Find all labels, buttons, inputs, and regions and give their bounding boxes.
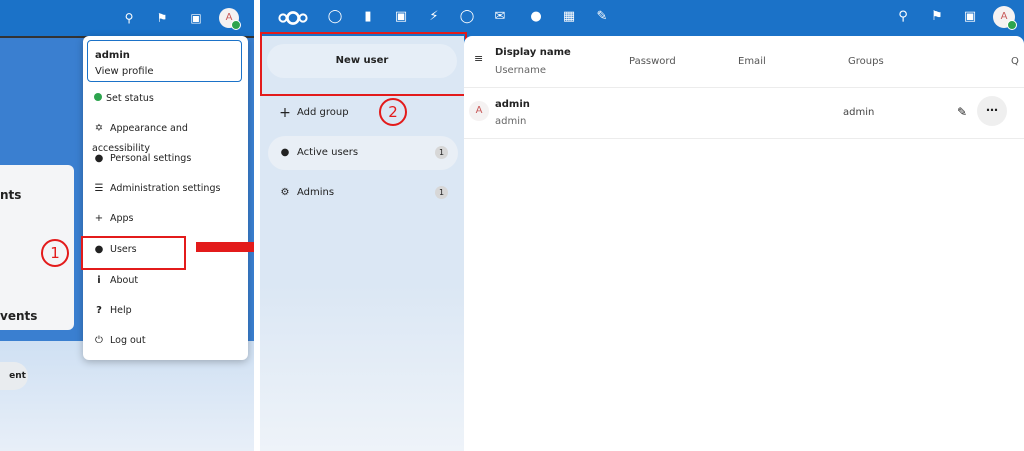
menu-item-label: Log out <box>110 335 146 346</box>
header-bar: ◯ ▮ ▣ ⚡ ◯ ✉ ● ▦ ✎ ⚲ ⚑ ▣ A <box>260 0 1024 36</box>
status-dot-icon <box>94 93 102 101</box>
menu-item-personal-settings[interactable]: ● Personal settings <box>92 149 242 169</box>
menu-item-administration-settings[interactable]: ☰ Administration settings <box>92 179 242 199</box>
column-header-email: Email <box>738 56 766 67</box>
menu-item-about[interactable]: i About <box>92 271 242 291</box>
view-profile-item[interactable]: admin View profile <box>87 40 242 82</box>
step-marker: 2 <box>379 98 407 126</box>
info-icon: i <box>97 275 101 286</box>
group-label: Admins <box>297 187 335 198</box>
photos-icon[interactable]: ▣ <box>393 10 409 24</box>
background-button-label: ent <box>9 371 26 381</box>
menu-item-log-out[interactable]: ⏻ Log out <box>92 331 242 351</box>
menu-item-label: Set status <box>106 93 154 104</box>
background-button[interactable]: ent <box>0 362 28 390</box>
settings-icon: ⚙ <box>280 187 290 198</box>
notes-icon[interactable]: ✎ <box>594 10 610 24</box>
user-display-name: admin <box>495 99 530 110</box>
column-header-groups: Groups <box>848 56 884 67</box>
background-heading: vents <box>0 309 38 323</box>
add-group-button[interactable]: + Add group <box>268 96 458 130</box>
menu-item-set-status[interactable]: Set status <box>92 89 242 109</box>
online-status-icon <box>1007 20 1017 30</box>
profile-name: admin <box>95 50 130 61</box>
group-count-badge: 1 <box>435 186 448 199</box>
search-icon[interactable]: ⚲ <box>895 10 911 24</box>
group-count-badge: 1 <box>435 146 448 159</box>
avatar[interactable]: A <box>219 8 241 30</box>
users-table: ≡ Display name Username Password Email G… <box>464 36 1024 451</box>
app-navigation: New user + Add group ● Active users 1 ⚙ Admi… <box>260 36 464 451</box>
power-icon: ⏻ <box>95 335 103 346</box>
menu-item-appearance[interactable]: ✡ Appearance and accessibility <box>92 119 242 154</box>
user-avatar: A <box>469 101 489 121</box>
avatar-letter: A <box>475 105 483 116</box>
dashboard-icon[interactable]: ◯ <box>327 10 343 24</box>
toggle-navigation-icon[interactable]: ≡ <box>474 52 483 65</box>
mail-icon[interactable]: ✉ <box>492 10 508 24</box>
more-actions-icon[interactable]: ⋯ <box>977 96 1007 126</box>
menu-item-label: Administration settings <box>110 183 221 194</box>
menu-item-help[interactable]: ? Help <box>92 301 242 321</box>
user-menu-dropdown: admin View profile Set status ✡ Appearanc… <box>83 36 248 360</box>
header-bar: ⚲ ⚑ ▣ A <box>0 0 254 38</box>
background-heading: nts <box>0 188 22 202</box>
menu-item-label: About <box>110 275 139 286</box>
contacts-icon[interactable]: ▣ <box>189 11 203 25</box>
user-username: admin <box>495 116 527 127</box>
nextcloud-logo-icon[interactable] <box>278 8 308 26</box>
view-profile-link[interactable]: View profile <box>95 66 154 77</box>
online-status-icon <box>231 20 241 30</box>
talk-icon[interactable]: ◯ <box>459 10 475 24</box>
group-label: Active users <box>297 147 359 158</box>
menu-item-label: Personal settings <box>110 153 192 164</box>
table-row[interactable]: A admin admin admin ✎ ⋯ <box>464 88 1024 138</box>
users-highlight-box <box>81 236 186 270</box>
group-item-active-users[interactable]: ● Active users 1 <box>268 136 458 170</box>
person-icon: ● <box>94 153 104 164</box>
column-header-password: Password <box>629 56 676 67</box>
files-icon[interactable]: ▮ <box>360 10 376 24</box>
users-app-panel: ◯ ▮ ▣ ⚡ ◯ ✉ ● ▦ ✎ ⚲ ⚑ ▣ A New user + Add … <box>260 0 1024 451</box>
edit-pencil-icon[interactable]: ✎ <box>957 105 967 119</box>
accessibility-icon: ✡ <box>94 123 104 134</box>
notifications-icon[interactable]: ⚑ <box>155 11 169 25</box>
notifications-icon[interactable]: ⚑ <box>929 10 945 24</box>
question-icon: ? <box>96 305 102 316</box>
menu-item-label: Help <box>110 305 132 316</box>
plus-icon: + <box>94 213 104 224</box>
new-user-highlight-box <box>260 32 467 96</box>
avatar-letter: A <box>1000 11 1008 22</box>
add-group-label: Add group <box>297 107 349 118</box>
column-header-username[interactable]: Username <box>495 65 546 76</box>
activity-icon[interactable]: ⚡ <box>426 10 442 24</box>
step-marker: 1 <box>41 239 69 267</box>
contacts-icon[interactable]: ● <box>528 10 544 24</box>
plus-icon: + <box>279 105 291 121</box>
column-header-display-name[interactable]: Display name <box>495 47 571 58</box>
calendar-icon[interactable]: ▦ <box>561 10 577 24</box>
person-icon: ● <box>280 147 290 158</box>
group-item-admins[interactable]: ⚙ Admins 1 <box>268 176 458 210</box>
search-icon[interactable]: ⚲ <box>122 11 136 25</box>
row-divider <box>464 138 1024 139</box>
contacts-menu-icon[interactable]: ▣ <box>962 10 978 24</box>
user-groups: admin <box>843 107 875 118</box>
avatar[interactable]: A <box>993 6 1017 30</box>
list-icon: ☰ <box>94 183 104 194</box>
column-header-quota: Q <box>1011 56 1019 67</box>
menu-item-label: Apps <box>110 213 134 224</box>
